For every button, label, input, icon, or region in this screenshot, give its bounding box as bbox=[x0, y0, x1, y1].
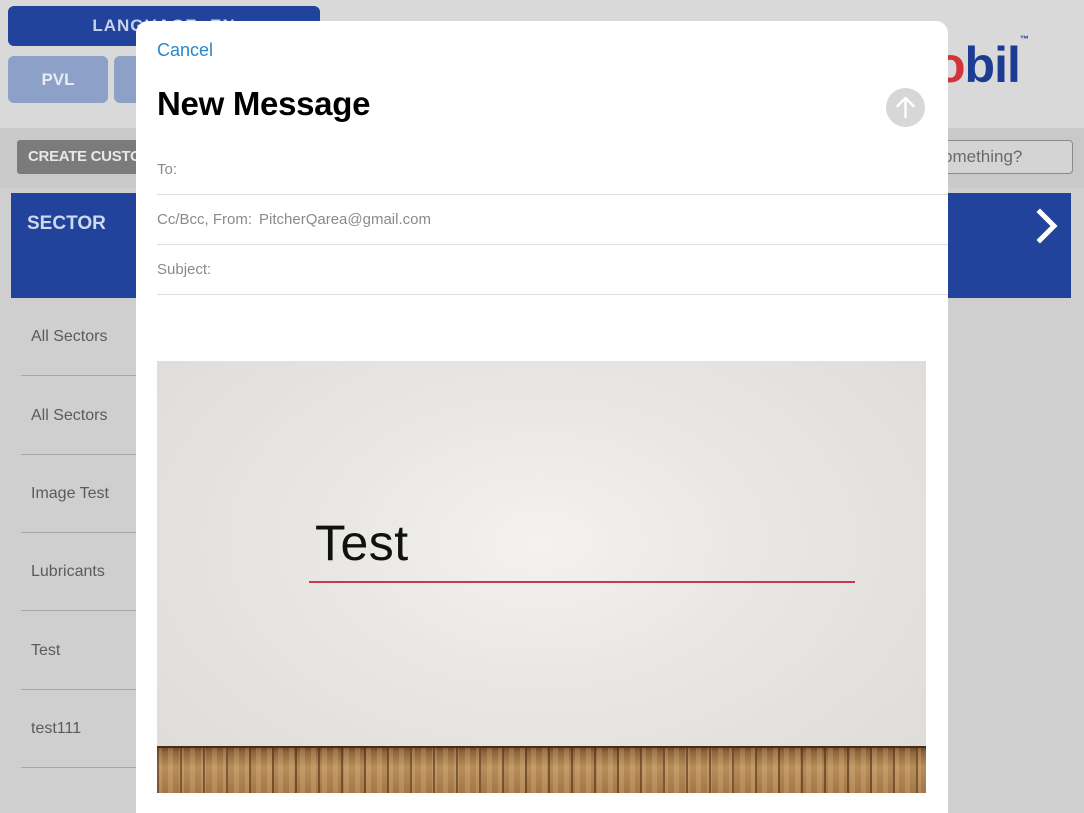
floor-edge-line bbox=[157, 746, 926, 748]
send-button[interactable] bbox=[886, 88, 925, 127]
sector-item[interactable]: All Sectors bbox=[21, 298, 136, 376]
cc-from-field[interactable]: Cc/Bcc, From: PitcherQarea@gmail.com bbox=[157, 195, 948, 245]
compose-title: New Message bbox=[157, 85, 371, 122]
sector-item[interactable]: All Sectors bbox=[21, 377, 136, 455]
slide-title-underline bbox=[309, 581, 855, 583]
compose-sheet: Cancel New Message To: Cc/Bcc, From: Pit… bbox=[136, 21, 948, 813]
slide-attachment-image[interactable]: Test bbox=[157, 361, 926, 793]
pvl-button[interactable]: PVL bbox=[8, 56, 108, 103]
to-field[interactable]: To: bbox=[157, 145, 948, 195]
sector-header-label: SECTOR bbox=[27, 213, 106, 234]
subject-input[interactable] bbox=[217, 261, 948, 278]
sector-item[interactable]: Image Test bbox=[21, 455, 136, 533]
from-email[interactable]: PitcherQarea@gmail.com bbox=[259, 211, 431, 228]
sector-item[interactable]: test111 bbox=[21, 690, 136, 768]
wood-floor-graphic bbox=[157, 746, 926, 793]
subject-label: Subject: bbox=[157, 261, 212, 278]
to-label: To: bbox=[157, 161, 178, 178]
brand-logo: obil™ bbox=[935, 34, 1029, 93]
cc-from-label: Cc/Bcc, From: bbox=[157, 211, 253, 228]
cancel-button[interactable]: Cancel bbox=[157, 40, 213, 61]
sector-item[interactable]: Test bbox=[21, 612, 136, 690]
slide-title: Test bbox=[315, 515, 409, 571]
arrow-up-icon bbox=[896, 96, 915, 119]
chevron-right-icon[interactable] bbox=[1032, 208, 1062, 244]
subject-field[interactable]: Subject: bbox=[157, 245, 948, 295]
create-custom-button[interactable]: CREATE CUSTOM bbox=[17, 140, 147, 174]
to-input[interactable] bbox=[183, 161, 948, 178]
sector-item[interactable]: Lubricants bbox=[21, 533, 136, 611]
